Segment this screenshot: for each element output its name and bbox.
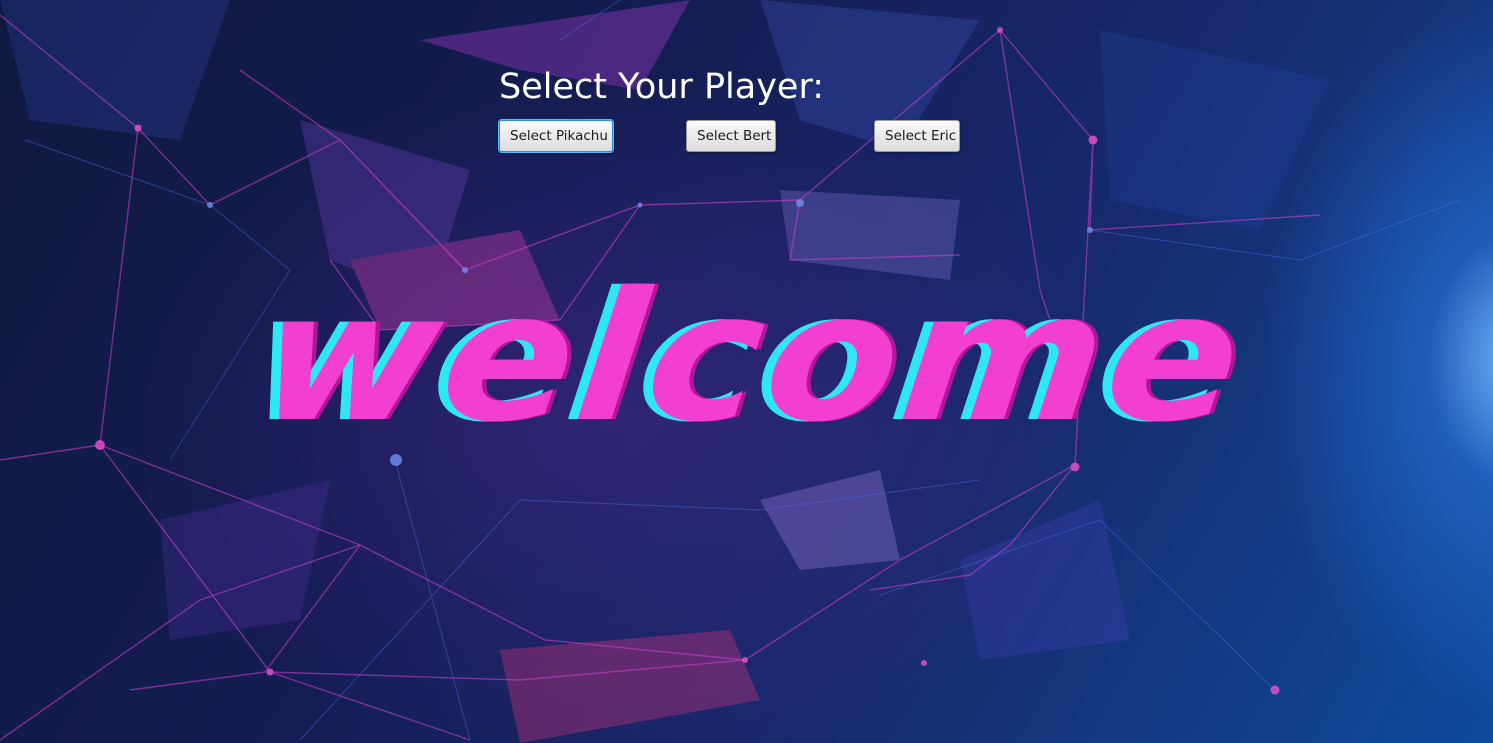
select-eric-button[interactable]: Select Eric [874,120,960,152]
welcome-text: welcome [250,254,1255,461]
select-player-prompt: Select Your Player: [499,67,825,107]
welcome-screen: Select Your Player: Select Pikachu Selec… [0,0,1493,743]
welcome-logo: welcome [205,254,1300,461]
select-pikachu-button[interactable]: Select Pikachu [499,120,613,152]
select-bert-button[interactable]: Select Bert [686,120,776,152]
